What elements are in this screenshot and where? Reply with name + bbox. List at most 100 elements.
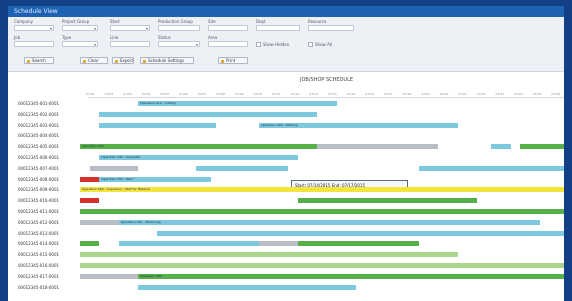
schedule-settings-button[interactable]: Schedule Settings xyxy=(140,57,194,64)
export-button[interactable]: Export xyxy=(112,57,134,64)
show-hidden-checkbox[interactable] xyxy=(256,42,261,47)
clear-button-label: Clear xyxy=(88,58,99,63)
row-label: 00012345-010-0001 xyxy=(18,198,60,204)
filter-label-company: Company xyxy=(14,19,34,24)
row-label: 00012345-007-0001 xyxy=(18,165,60,171)
filter-label-dept: Dept xyxy=(256,19,266,24)
schedule-bar[interactable]: Operation 050 - Paint xyxy=(99,176,211,182)
filter-panel: Company ▾ Project Group ▾ Start ▾ Produc… xyxy=(8,17,564,72)
schedule-bar[interactable]: Operation 070 - Machining xyxy=(118,219,540,225)
schedule-bar[interactable] xyxy=(491,144,511,150)
timeline-tick: 07/02 xyxy=(104,92,114,96)
schedule-bar[interactable] xyxy=(520,144,564,150)
schedule-bar[interactable]: Operation 020 - Welding xyxy=(259,122,458,128)
schedule-bar[interactable] xyxy=(418,165,564,171)
filter-label-type: Type xyxy=(62,35,72,40)
chevron-down-icon: ▾ xyxy=(195,42,198,47)
schedule-bar[interactable] xyxy=(80,176,100,182)
start-date-field[interactable]: ▾ xyxy=(110,25,150,31)
app-window: Schedule View Company ▾ Project Group ▾ … xyxy=(0,0,572,301)
show-all-label: Show All xyxy=(315,42,333,47)
schedule-bar[interactable] xyxy=(157,230,564,236)
type-field[interactable]: ▾ xyxy=(62,41,98,47)
row-label: 00012345-006-0001 xyxy=(18,155,60,160)
window-title: Schedule View xyxy=(14,8,58,15)
timeline-tick: 07/12 xyxy=(290,92,300,96)
chevron-down-icon: ▾ xyxy=(93,42,96,47)
schedule-bar[interactable] xyxy=(80,241,100,247)
project-group-field[interactable]: ▾ xyxy=(62,25,98,31)
search-button[interactable]: Search xyxy=(24,57,54,64)
timeline-tick: 07/09 xyxy=(234,92,244,96)
status-field[interactable]: ▾ xyxy=(158,41,200,47)
row-label: 00012345-002-0001 xyxy=(18,111,60,117)
schedule-bar[interactable] xyxy=(80,198,100,204)
schedule-bar[interactable]: Operation 010 - Cutting xyxy=(138,101,337,106)
search-button-label: Search xyxy=(32,58,46,63)
row-label: 00012345-014-0001 xyxy=(18,241,60,247)
print-button[interactable]: Print xyxy=(218,57,248,64)
schedule-bar[interactable] xyxy=(80,252,458,258)
schedule-bar[interactable] xyxy=(80,263,564,268)
schedule-bar[interactable]: Operation 080 xyxy=(138,273,564,279)
schedule-bar[interactable] xyxy=(259,241,298,247)
filter-label-start: Start xyxy=(110,19,120,24)
schedule-bar[interactable] xyxy=(317,144,439,150)
timeline-tick: 07/20 xyxy=(439,92,449,96)
line-field[interactable] xyxy=(110,41,150,47)
timeline-tick: 07/24 xyxy=(514,92,523,96)
schedule-bar[interactable]: Operation 040 - Assembly xyxy=(99,155,298,160)
timeline-tick: 07/08 xyxy=(216,92,225,96)
schedule-bar[interactable] xyxy=(99,122,216,128)
schedule-bar[interactable] xyxy=(297,241,419,247)
row-label: 00012345-004-0001 xyxy=(18,133,60,139)
job-field[interactable] xyxy=(14,41,54,47)
chevron-down-icon: ▾ xyxy=(49,26,52,31)
timeline-tick: 07/16 xyxy=(365,92,374,96)
area-field[interactable] xyxy=(208,41,248,47)
row-label: 00012345-009-0001 xyxy=(18,187,60,193)
timeline-tick: 07/23 xyxy=(495,92,505,96)
row-label: 00012345-008-0001 xyxy=(18,176,60,182)
production-group-field[interactable] xyxy=(158,25,200,31)
clear-icon xyxy=(83,59,86,63)
row-label: 00012345-016-0001 xyxy=(18,263,60,268)
settings-icon xyxy=(143,59,146,63)
dept-field[interactable] xyxy=(256,25,300,31)
print-icon xyxy=(221,59,224,63)
filter-label-line: Line xyxy=(110,35,119,40)
resource-field[interactable] xyxy=(308,25,354,31)
schedule-bar[interactable] xyxy=(80,209,564,214)
timeline-tick: 07/13 xyxy=(309,92,319,96)
schedule-bar[interactable]: Operation 030 xyxy=(80,144,318,150)
site-field[interactable] xyxy=(208,25,248,31)
row-label: 00012345-003-0001 xyxy=(18,122,60,128)
timeline-tick: 07/01 xyxy=(86,92,95,96)
clear-button[interactable]: Clear xyxy=(80,57,108,64)
schedule-bar[interactable] xyxy=(89,165,139,171)
show-all-checkbox[interactable] xyxy=(308,42,313,47)
timeline-tick: 07/07 xyxy=(197,92,207,96)
schedule-bar[interactable] xyxy=(138,284,356,290)
schedule-bar[interactable] xyxy=(80,273,139,279)
timeline-tick: 07/04 xyxy=(141,92,151,96)
timeline-tick: 07/18 xyxy=(402,92,412,96)
timeline-tick: 07/21 xyxy=(458,92,467,96)
row-label: 00012345-001-0001 xyxy=(18,101,60,106)
schedule-bar[interactable] xyxy=(99,111,318,117)
company-field[interactable]: ▾ xyxy=(14,25,54,31)
filter-label-project-group: Project Group xyxy=(62,19,90,24)
row-label: 00012345-013-0001 xyxy=(18,230,60,236)
timeline-tick: 07/05 xyxy=(160,92,170,96)
schedule-bar[interactable] xyxy=(297,198,477,204)
filter-label-area: Area xyxy=(208,35,218,40)
schedule-bar[interactable] xyxy=(80,219,119,225)
schedule-bar[interactable] xyxy=(196,165,289,171)
schedule-bar[interactable]: Operation 060 - Inspection - Wait for Ma… xyxy=(80,187,564,193)
timeline-tick: 07/03 xyxy=(123,92,132,96)
filter-label-resource: Resource xyxy=(308,19,327,24)
filter-label-production-group: Production Group xyxy=(158,19,193,24)
schedule-bar[interactable] xyxy=(118,241,260,247)
timeline-tick: 07/11 xyxy=(272,92,281,96)
export-button-label: Export xyxy=(120,58,134,63)
